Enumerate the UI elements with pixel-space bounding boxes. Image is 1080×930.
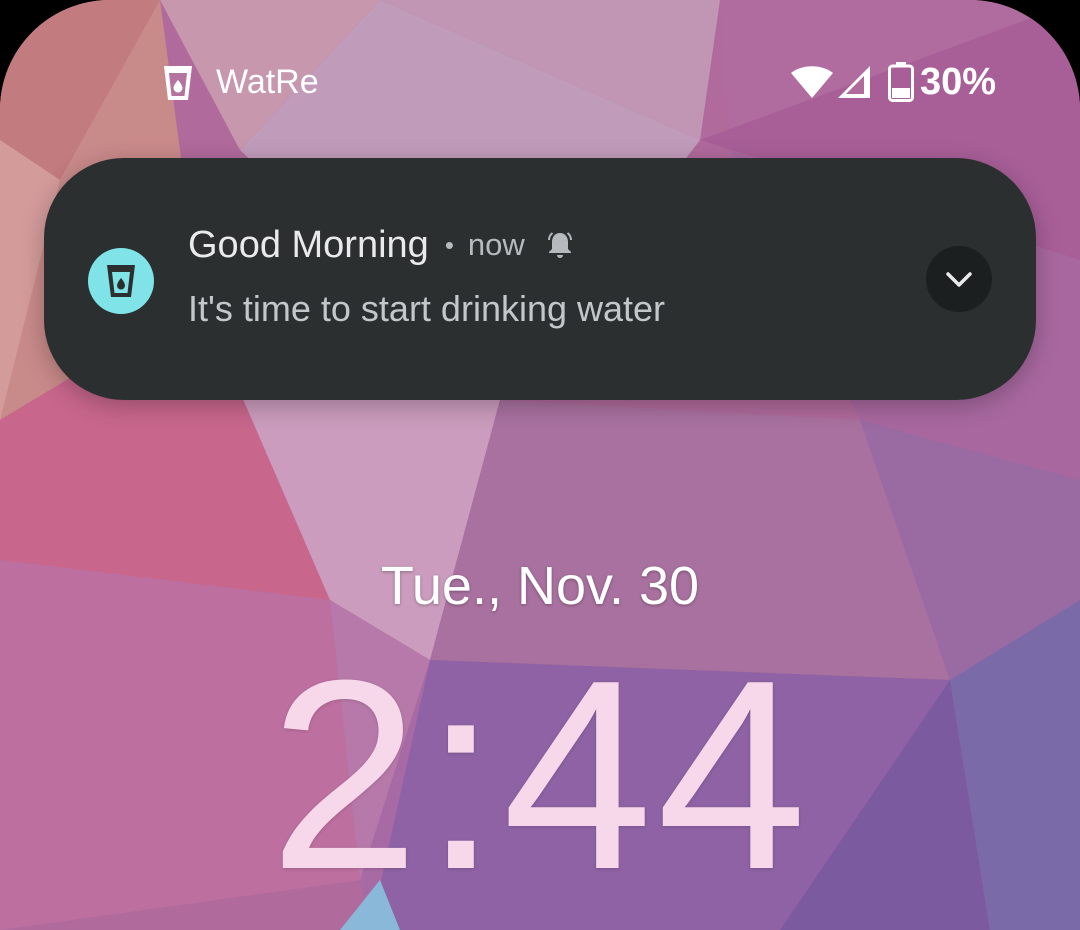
cell-signal-icon (836, 64, 872, 100)
notification-time: now (467, 227, 525, 262)
notification-header: Good Morning • now (188, 222, 575, 268)
lock-screen: WatRe 30% Good Morning • now It's time t… (0, 0, 1080, 930)
lockscreen-date[interactable]: Tue., Nov. 30 (0, 555, 1080, 617)
water-glass-icon (107, 265, 135, 297)
battery-icon (888, 62, 914, 102)
notification-card[interactable]: Good Morning • now It's time to start dr… (44, 158, 1036, 400)
status-app-name: WatRe (216, 63, 319, 101)
water-glass-icon (162, 64, 194, 102)
notification-app-icon (88, 248, 154, 314)
lockscreen-clock: 2:44 (269, 625, 811, 926)
separator-dot: • (444, 229, 454, 260)
expand-button[interactable] (926, 246, 992, 312)
notification-title: Good Morning (188, 223, 429, 266)
battery-percentage: 30% (920, 61, 997, 103)
chevron-down-icon (946, 272, 972, 287)
wifi-icon (790, 64, 834, 100)
notification-body: It's time to start drinking water (188, 288, 666, 329)
bell-icon (547, 232, 572, 258)
status-bar: WatRe 30% (0, 0, 1080, 160)
